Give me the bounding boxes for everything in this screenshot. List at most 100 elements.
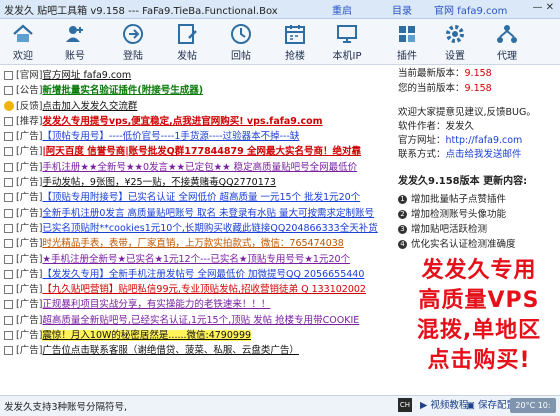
item-link[interactable]: 超高质量全新贴吧号,已经实名认证,1元15个,顶贴 发帖 抢楼专用带COOKIE (42, 315, 359, 326)
list-item[interactable]: [广告]【发发久专用】全新手机注册发帖号 全网最低价 加微提号QQ 205665… (4, 267, 394, 282)
item-checkbox[interactable] (4, 254, 13, 264)
list-item[interactable]: [推荐]发发久专用提号vps,便宜稳定,点我进官网购买! vps.fafa9.c… (4, 114, 394, 129)
item-tag: [广告] (16, 146, 43, 158)
list-item[interactable]: [广告]【九久贴吧营销】贴吧私信99元,专业顶贴发帖,招收营销徒弟 Q 1331… (4, 282, 394, 297)
item-link[interactable]: 时光精品手表，表带，厂家直销，上万款实拍款式，微信：765474038 (42, 238, 343, 249)
item-link[interactable]: 新增批量实名验证插件(附接号生成器) (42, 85, 203, 96)
item-link[interactable]: 发发久专用提号vps,便宜稳定,点我进官网购买! vps.fafa9.com (42, 116, 322, 127)
list-item[interactable]: [广告]已实名顶贴附**cookies1元10个,长期购买收藏此链接QQ2048… (4, 221, 394, 236)
number-icon: 4 (398, 240, 407, 249)
list-item[interactable]: [广告]震惊！月入10W的秘密居然是......微信:4790999 (4, 328, 394, 343)
directory-link[interactable]: 目录 (392, 2, 412, 17)
home-icon (13, 24, 33, 42)
item-link[interactable]: 点击加入发发久交流群 (42, 101, 137, 112)
toolbar-login[interactable]: 登陆 (112, 20, 154, 63)
list-item[interactable]: [广告]手机注册★★全新号★★0发言★★已定包★★ 稳定高质量贴吧号全网最低价 (4, 160, 394, 175)
item-link[interactable]: 震惊！月入10W的秘密居然是......微信:4790999 (42, 330, 252, 342)
toolbar-local-ip[interactable]: 本机IP (326, 20, 368, 63)
item-tag: [广告] (16, 192, 43, 204)
item-tag: [广告] (16, 238, 43, 250)
toolbar-account[interactable]: 账号 (54, 20, 96, 63)
qq-icon (4, 101, 14, 112)
info-panel: 当前最新版本：9.158 您的当前版本：9.158 欢迎大家提意见建议,反馈BU… (398, 66, 558, 252)
item-link[interactable]: 广告位点击联系客服（谢绝借贷、菠菜、私服、云盘类广告） (42, 345, 299, 356)
item-link[interactable]: 【发发久专用】全新手机注册发帖号 全网最低价 加微提号QQ 2056655440 (42, 269, 364, 280)
toolbar-reply[interactable]: 回帖 (220, 20, 262, 63)
window-controls[interactable]: — ✕ (532, 2, 554, 13)
item-checkbox[interactable] (4, 331, 13, 341)
site-line: 官方网址：http://fafa9.com (398, 135, 523, 146)
item-link[interactable]: 手机注册★★全新号★★0发言★★已定包★★ 稳定高质量贴吧号全网最低价 (42, 162, 357, 173)
list-item[interactable]: [广告]正规暴利项目实战分享，有实操能力的老铁速来！！！ (4, 297, 394, 312)
contact-link[interactable]: 点击给我发送邮件 (446, 149, 522, 160)
ip-icon (337, 25, 357, 43)
feedback-note: 欢迎大家提意见建议,反馈BUG。 (398, 107, 536, 118)
toolbar-welcome[interactable]: 欢迎 (2, 20, 44, 63)
item-checkbox[interactable] (4, 269, 13, 279)
item-link[interactable]: 已实名顶贴附**cookies1元10个,长期购买收藏此链接QQ20486633… (42, 223, 377, 234)
status-bar: 发发久支持3种账号分隔符号, CH ▶ 视频教程 ▣ 保存配置 20°C 10: (0, 395, 560, 416)
site-link[interactable]: http://fafa9.com (446, 135, 523, 146)
number-icon: 3 (398, 225, 407, 234)
list-item[interactable]: [广告]广告位点击联系客服（谢绝借贷、菠菜、私服、云盘类广告） (4, 343, 394, 358)
item-checkbox[interactable] (4, 239, 13, 249)
toolbar-grab-floor[interactable]: 抢楼 (274, 20, 316, 63)
item-checkbox[interactable] (4, 208, 13, 218)
official-site-link[interactable]: 官网 fafa9.com (434, 2, 507, 17)
item-link[interactable]: ★手机注册全新号★已实名★1元12个---已实名★顶贴专用号号★1元20个 (42, 254, 350, 265)
item-checkbox[interactable] (4, 346, 13, 356)
item-tag: [广告] (16, 161, 43, 173)
item-tag: [广告] (16, 222, 43, 234)
item-checkbox[interactable] (4, 162, 13, 172)
item-checkbox[interactable] (4, 86, 13, 96)
item-checkbox[interactable] (4, 223, 13, 233)
list-item[interactable]: [广告]全新手机注册0发言 高质量贴吧账号 取名 未登录有水贴 量大可按需求定制… (4, 206, 394, 221)
item-link[interactable]: 手动发帖，9张图，¥25一贴，不接黄赌毒QQ2770173 (42, 177, 275, 188)
item-checkbox[interactable] (4, 147, 13, 157)
item-link[interactable]: |阿天百度 信誉号商|账号批发Q群177844879 全网最大实名号商！绝对靠 (42, 146, 361, 157)
item-link[interactable]: 【顶贴专用附接号】已实名认证 全网低价 超高质量 一元15个 批发1元20个 (42, 192, 360, 203)
list-item[interactable]: [反馈]点击加入发发久交流群 (4, 99, 394, 114)
item-link[interactable]: 正规暴利项目实战分享，有实操能力的老铁速来！！！ (42, 299, 270, 310)
list-item[interactable]: [官网]官方网址 fafa9.com (4, 68, 394, 83)
list-item[interactable]: [广告]【顶贴专用附接号】已实名认证 全网低价 超高质量 一元15个 批发1元2… (4, 190, 394, 205)
toolbar-post[interactable]: 发帖 (166, 20, 208, 63)
list-item[interactable]: [广告]手动发帖，9张图，¥25一贴，不接黄赌毒QQ2770173 (4, 175, 394, 190)
item-tag: [广告] (16, 268, 43, 280)
item-checkbox[interactable] (4, 193, 13, 203)
list-item[interactable]: [公告]新增批量实名验证插件(附接号生成器) (4, 83, 394, 98)
item-link[interactable]: 【顶帖专用号】----低价官号----1手货源----过验器本不掉---缺 (42, 131, 299, 142)
toolbar-proxy[interactable]: 代理 (486, 20, 528, 63)
list-item[interactable]: [广告]★手机注册全新号★已实名★1元12个---已实名★顶贴专用号号★1元20… (4, 252, 394, 267)
item-checkbox[interactable] (4, 300, 13, 310)
login-icon (123, 24, 144, 44)
vps-promo-banner[interactable]: 发发久专用 高质量VPS 混拨,单地区 点击购买! (400, 256, 558, 376)
item-checkbox[interactable] (4, 132, 13, 142)
item-tag: [广告] (16, 314, 43, 326)
item-checkbox[interactable] (4, 315, 13, 325)
item-checkbox[interactable] (4, 178, 13, 188)
grab-floor-icon (285, 25, 305, 44)
list-item[interactable]: [广告]【顶帖专用号】----低价官号----1手货源----过验器本不掉---… (4, 129, 394, 144)
current-version-value: 9.158 (464, 83, 492, 94)
list-item[interactable]: [广告]|阿天百度 信誉号商|账号批发Q群177844879 全网最大实名号商！… (4, 144, 394, 159)
item-link[interactable]: 全新手机注册0发言 高质量贴吧账号 取名 未登录有水贴 量大可按需求定制账号 (42, 208, 374, 219)
restart-link[interactable]: 重启 (332, 2, 352, 17)
list-item[interactable]: [广告]超高质量全新贴吧号,已经实名认证,1元15个,顶贴 发帖 抢楼专用带CO… (4, 313, 394, 328)
toolbar-plugins[interactable]: 插件 (386, 20, 428, 63)
item-checkbox[interactable] (4, 71, 13, 80)
list-item[interactable]: [广告]时光精品手表，表带，厂家直销，上万款实拍款式，微信：765474038 (4, 236, 394, 251)
item-tag: [广告] (16, 207, 43, 219)
video-tutorial-button[interactable]: ▶ 视频教程 (420, 398, 468, 413)
item-tag: [推荐] (16, 115, 43, 127)
tray-status: 20°C 10: (510, 398, 556, 413)
item-link[interactable]: 官方网址 fafa9.com (42, 70, 131, 81)
item-link[interactable]: 【九久贴吧营销】贴吧私信99元,专业顶贴发帖,招收营销徒弟 Q 13310200… (42, 284, 366, 295)
latest-version-row: 当前最新版本：9.158 (398, 68, 492, 79)
toolbar-settings[interactable]: 设置 (434, 20, 476, 63)
item-checkbox[interactable] (4, 285, 13, 295)
item-checkbox[interactable] (4, 116, 13, 126)
item-tag: [公告] (16, 85, 43, 97)
save-config-button[interactable]: ▣ 保存配置 (466, 398, 516, 413)
ime-indicator[interactable]: CH (398, 398, 412, 412)
